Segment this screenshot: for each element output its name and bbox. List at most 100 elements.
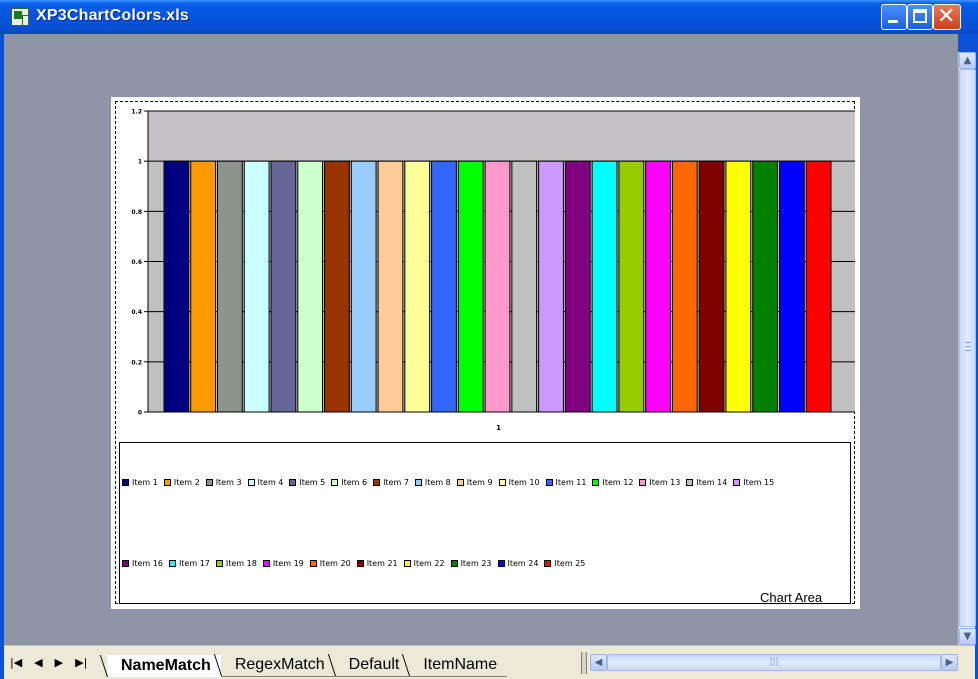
legend-label: Item 13 bbox=[649, 477, 681, 487]
bar-item-12[interactable] bbox=[457, 160, 484, 413]
bar-item-6[interactable] bbox=[297, 160, 324, 413]
y-tick-label: 0.6 bbox=[131, 259, 142, 266]
bar-item-25[interactable] bbox=[805, 160, 832, 413]
scroll-down-arrow-icon[interactable]: ▼ bbox=[959, 628, 976, 645]
legend-item[interactable]: Item 11 bbox=[545, 478, 586, 487]
legend-item[interactable]: Item 21 bbox=[356, 559, 398, 568]
resize-grip-icon[interactable] bbox=[958, 645, 975, 679]
legend-item[interactable]: Item 2 bbox=[163, 477, 200, 487]
legend-item[interactable]: Item 4 bbox=[247, 478, 283, 487]
previous-sheet-button[interactable]: ◀ bbox=[34, 656, 42, 669]
legend-label: Item 14 bbox=[696, 477, 728, 487]
last-sheet-button[interactable]: ▶| bbox=[75, 656, 87, 669]
legend-item[interactable]: Item 12 bbox=[592, 478, 633, 487]
scroll-left-arrow-icon[interactable]: ◀ bbox=[590, 654, 607, 671]
legend-item[interactable]: Item 17 bbox=[168, 559, 210, 568]
bar-item-4[interactable] bbox=[243, 160, 270, 413]
legend-swatch bbox=[122, 559, 129, 567]
legend-label: Item 7 bbox=[383, 477, 409, 487]
legend-item[interactable]: Item 6 bbox=[331, 478, 367, 487]
legend-item[interactable]: Item 7 bbox=[373, 478, 409, 487]
legend-label: Item 18 bbox=[225, 558, 257, 568]
bar-item-7[interactable] bbox=[324, 160, 350, 413]
legend-item[interactable]: Item 1 bbox=[122, 478, 158, 487]
horizontal-scrollbar[interactable]: ◀ ||| ▶ bbox=[590, 654, 958, 671]
chart-legend[interactable]: Item 1 Item 2 Item 3 Item 4 Item 5 Item 6 Item… bbox=[119, 442, 851, 604]
bar-item-21[interactable] bbox=[698, 160, 725, 413]
scroll-up-arrow-icon[interactable]: ▲ bbox=[959, 52, 976, 69]
bar-item-24[interactable] bbox=[778, 160, 805, 413]
legend-label: Item 2 bbox=[173, 477, 200, 487]
sheet-navigation: |◀ ◀ ▶ ▶| bbox=[10, 656, 87, 669]
legend-item[interactable]: Item 19 bbox=[262, 559, 304, 568]
legend-row: Item 16 Item 17 Item 18 Item 19 Item 20 Item … bbox=[122, 557, 591, 569]
maximize-button[interactable] bbox=[907, 4, 933, 30]
tab-namematch[interactable]: NameMatch bbox=[107, 655, 221, 677]
legend-swatch bbox=[403, 559, 411, 567]
bar-item-3[interactable] bbox=[217, 160, 243, 413]
bar-item-19[interactable] bbox=[645, 160, 671, 413]
legend-item[interactable]: Item 22 bbox=[403, 558, 445, 568]
bar-item-15[interactable] bbox=[538, 160, 564, 413]
bar-item-1[interactable] bbox=[163, 160, 190, 413]
bar-item-17[interactable] bbox=[591, 160, 618, 413]
legend-swatch bbox=[289, 478, 297, 486]
legend-label: Item 16 bbox=[132, 558, 163, 568]
bar-item-10[interactable] bbox=[404, 160, 431, 413]
excel-workbook-icon[interactable] bbox=[11, 8, 29, 26]
legend-swatch bbox=[450, 559, 458, 567]
legend-label: Item 6 bbox=[341, 477, 368, 487]
legend-item[interactable]: Item 18 bbox=[215, 558, 257, 568]
bar-item-18[interactable] bbox=[618, 160, 645, 413]
legend-item[interactable]: Item 8 bbox=[414, 478, 451, 487]
minimize-button[interactable] bbox=[881, 4, 907, 30]
close-icon: ✕ bbox=[937, 4, 956, 29]
legend-item[interactable]: Item 9 bbox=[456, 478, 493, 487]
title-bar[interactable]: XP3ChartColors.xls ✕ bbox=[0, 0, 978, 34]
legend-label: Item 22 bbox=[413, 558, 445, 568]
bar-item-23[interactable] bbox=[752, 160, 778, 413]
legend-item[interactable]: Item 25 bbox=[544, 559, 585, 568]
tab-default[interactable]: Default bbox=[334, 654, 410, 677]
legend-label: Item 10 bbox=[508, 477, 540, 487]
x-tick-label: 1 bbox=[496, 424, 501, 432]
close-button[interactable]: ✕ bbox=[933, 4, 961, 30]
legend-item[interactable]: Item 15 bbox=[733, 478, 774, 487]
legend-item[interactable]: Item 16 bbox=[122, 559, 163, 568]
bar-item-16[interactable] bbox=[564, 160, 591, 413]
vertical-scrollbar[interactable]: ▲ ▼ bbox=[958, 52, 976, 645]
bar-item-2[interactable] bbox=[190, 160, 217, 413]
scroll-right-arrow-icon[interactable]: ▶ bbox=[941, 654, 958, 671]
bar-item-11[interactable] bbox=[431, 160, 457, 413]
legend-swatch bbox=[205, 478, 213, 486]
bar-item-13[interactable] bbox=[484, 160, 511, 413]
vertical-scroll-thumb[interactable] bbox=[959, 69, 976, 627]
legend-item[interactable]: Item 10 bbox=[498, 477, 540, 487]
tab-regexmatch[interactable]: RegexMatch bbox=[220, 654, 335, 677]
bar-item-14[interactable] bbox=[511, 160, 538, 413]
legend-swatch bbox=[686, 478, 694, 486]
legend-swatch bbox=[122, 478, 129, 486]
sheet-tabs: NameMatch RegexMatch Default ItemName bbox=[107, 649, 508, 677]
legend-item[interactable]: Item 20 bbox=[309, 559, 351, 568]
next-sheet-button[interactable]: ▶ bbox=[55, 656, 63, 669]
bar-item-5[interactable] bbox=[270, 160, 297, 413]
legend-swatch bbox=[639, 478, 647, 486]
bar-item-22[interactable] bbox=[725, 160, 752, 413]
legend-item[interactable]: Item 23 bbox=[450, 559, 492, 568]
bar-item-8[interactable] bbox=[350, 160, 377, 413]
legend-item[interactable]: Item 13 bbox=[639, 478, 680, 487]
legend-item[interactable]: Item 5 bbox=[289, 478, 325, 487]
bar-item-9[interactable] bbox=[377, 160, 404, 413]
tab-itemname[interactable]: ItemName bbox=[409, 654, 508, 677]
legend-item[interactable]: Item 3 bbox=[205, 478, 242, 487]
thumb-grip-icon bbox=[965, 342, 971, 351]
minimize-icon bbox=[888, 20, 898, 23]
legend-item[interactable]: Item 24 bbox=[497, 559, 538, 568]
legend-label: Item 25 bbox=[554, 558, 586, 568]
first-sheet-button[interactable]: |◀ bbox=[10, 656, 22, 669]
tab-split-box[interactable] bbox=[581, 652, 587, 674]
legend-item[interactable]: Item 14 bbox=[686, 478, 727, 487]
bar-item-20[interactable] bbox=[671, 160, 698, 413]
horizontal-scroll-thumb[interactable]: ||| bbox=[607, 654, 941, 671]
